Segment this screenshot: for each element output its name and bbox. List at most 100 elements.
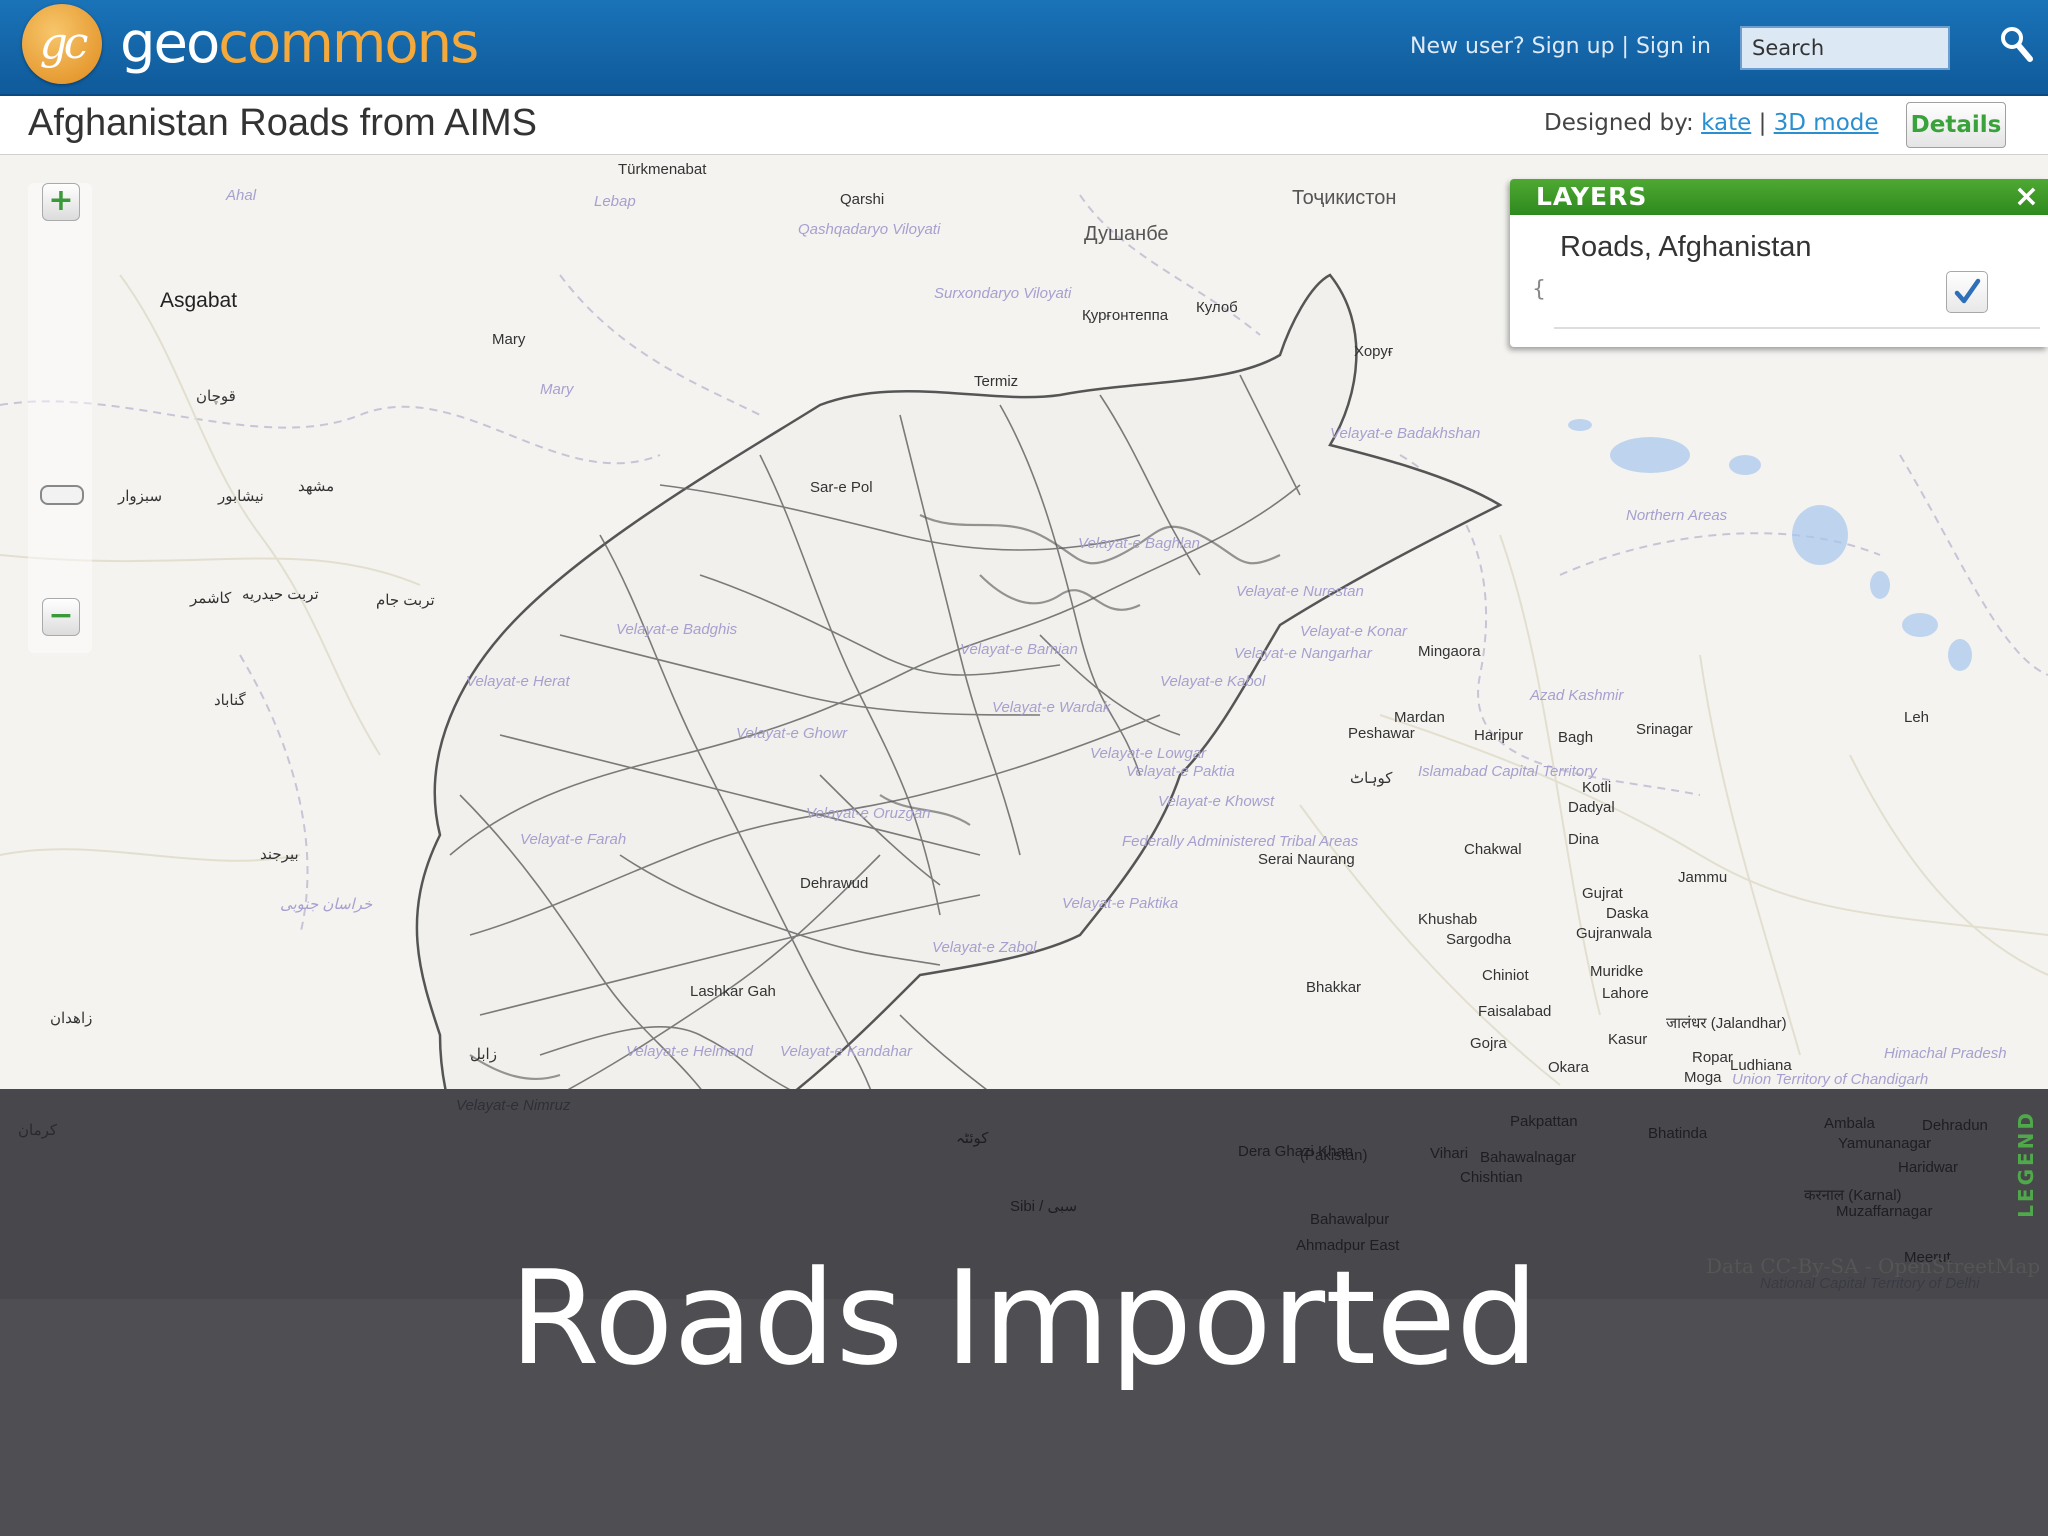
place-label: Sibi / سبی bbox=[1010, 1198, 1078, 1215]
place-label: Chakwal bbox=[1464, 841, 1522, 858]
region-label: Northern Areas bbox=[1626, 507, 1728, 524]
geocommons-logo[interactable]: geocommons bbox=[120, 8, 479, 80]
place-label: Kasur bbox=[1608, 1031, 1648, 1048]
region-label: Lebap bbox=[594, 193, 636, 210]
layer-visibility-checkbox[interactable] bbox=[1946, 271, 1988, 313]
place-label: تربت جام bbox=[376, 592, 435, 609]
place-label: Haridwar bbox=[1898, 1159, 1959, 1176]
place-label: Қурғонтеппа bbox=[1082, 307, 1169, 324]
page-title: Afghanistan Roads from AIMS bbox=[28, 102, 538, 144]
search-input[interactable] bbox=[1740, 26, 1950, 70]
region-label: Velayat-e Paktia bbox=[1126, 763, 1235, 780]
place-label: بیرجند bbox=[260, 846, 299, 863]
layers-header: LAYERS × bbox=[1510, 179, 2048, 215]
place-label: Jammu bbox=[1678, 869, 1728, 886]
place-label: زاهدان bbox=[50, 1010, 93, 1027]
region-label: Federally Administered Tribal Areas bbox=[1122, 833, 1359, 850]
place-label: Srinagar bbox=[1636, 721, 1693, 738]
place-label: Pakpattan bbox=[1510, 1113, 1578, 1130]
auth-links: New user? Sign up | Sign in bbox=[1410, 34, 1711, 59]
place-label: Muzaffarnagar bbox=[1836, 1203, 1933, 1220]
place-label: Khushab bbox=[1418, 911, 1478, 928]
place-label: Dehrawud bbox=[800, 875, 869, 892]
region-label: Velayat-e Badghis bbox=[616, 621, 738, 638]
place-label: Bahawalnagar bbox=[1480, 1149, 1576, 1166]
zoom-slider-handle[interactable] bbox=[40, 485, 84, 505]
region-label: Velayat-e Baghlan bbox=[1078, 535, 1201, 552]
map-view[interactable]: Türkmenabat Ahal Lebap Qarshi Qashqadary… bbox=[0, 155, 2048, 1089]
region-label: Velayat-e Kabol bbox=[1160, 673, 1266, 690]
region-label: Velayat-e Wardak bbox=[992, 699, 1111, 716]
place-label: نیشابور bbox=[218, 488, 264, 505]
logo-commons-text: commons bbox=[218, 11, 479, 76]
water-bodies bbox=[1370, 419, 1972, 671]
place-label: Gujranwala bbox=[1576, 925, 1652, 942]
place-label: Sargodha bbox=[1446, 931, 1512, 948]
place-label: Serai Naurang bbox=[1258, 851, 1355, 868]
region-label: Velayat-e Badakhshan bbox=[1330, 425, 1481, 442]
place-label: Peshawar bbox=[1348, 725, 1415, 742]
legend-tab[interactable]: LEGEND bbox=[2014, 1110, 2038, 1218]
place-label: Bhatinda bbox=[1648, 1125, 1708, 1142]
layer-name: Roads, Afghanistan bbox=[1560, 231, 1812, 263]
zoom-out-button[interactable]: − bbox=[42, 598, 80, 636]
place-label: Moga bbox=[1684, 1069, 1722, 1086]
place-label: Dadyal bbox=[1568, 799, 1615, 816]
logo-geo-text: geo bbox=[120, 11, 220, 76]
place-label: تربت حیدریه bbox=[242, 586, 319, 603]
place-label: Dera Ghazi Khan bbox=[1238, 1143, 1354, 1160]
region-label: Mary bbox=[540, 381, 574, 398]
region-label: Velayat-e Kandahar bbox=[780, 1043, 913, 1060]
zoom-slider-rail[interactable] bbox=[28, 183, 92, 653]
geocommons-logo-mark[interactable]: gc bbox=[22, 4, 102, 84]
sign-in-link[interactable]: Sign in bbox=[1636, 34, 1711, 59]
place-label: Sar-e Pol bbox=[810, 479, 873, 496]
place-label: Mary bbox=[492, 331, 526, 348]
auth-separator: | bbox=[1621, 34, 1629, 59]
designer-link[interactable]: kate bbox=[1701, 110, 1751, 136]
place-label: Yamunanagar bbox=[1838, 1135, 1932, 1152]
zoom-in-button[interactable]: + bbox=[42, 183, 80, 221]
region-label: Velayat-e Konar bbox=[1300, 623, 1408, 640]
3d-mode-link[interactable]: 3D mode bbox=[1774, 110, 1879, 136]
region-label: Velayat-e Oruzgan bbox=[806, 805, 931, 822]
region-label: Velayat-e Nimruz bbox=[456, 1097, 571, 1114]
place-label: Bagh bbox=[1558, 729, 1594, 746]
slide-caption: Roads Imported bbox=[509, 1242, 1539, 1394]
afghanistan-outline bbox=[415, 273, 1503, 1089]
layers-panel: LAYERS × { Roads, Afghanistan bbox=[1510, 179, 2048, 347]
place-label: Vihari bbox=[1430, 1145, 1469, 1162]
region-label: Velayat-e Herat bbox=[466, 673, 570, 690]
place-label: Ropar bbox=[1692, 1049, 1733, 1066]
new-user-label: New user? bbox=[1410, 34, 1525, 59]
place-label: Dehradun bbox=[1922, 1117, 1988, 1134]
sign-up-link[interactable]: Sign up bbox=[1532, 34, 1615, 59]
place-label: کرمان bbox=[18, 1122, 58, 1139]
layer-drag-handle[interactable]: { bbox=[1532, 277, 1546, 302]
details-button[interactable]: Details bbox=[1906, 102, 2006, 148]
place-label: مشهد bbox=[298, 478, 335, 495]
place-label: करनाल (Karnal) bbox=[1804, 1187, 1902, 1204]
place-label: Mardan bbox=[1394, 709, 1445, 726]
top-header: gc geocommons New user? Sign up | Sign i… bbox=[0, 0, 2048, 96]
place-label: Dina bbox=[1568, 831, 1599, 848]
search-icon[interactable] bbox=[1998, 24, 2034, 64]
place-label: Ambala bbox=[1824, 1115, 1875, 1132]
region-label: Velayat-e Nangarhar bbox=[1234, 645, 1372, 662]
region-label: Surxondaryo Viloyati bbox=[934, 285, 1072, 302]
region-label: Azad Kashmir bbox=[1530, 687, 1624, 704]
place-label: Faisalabad bbox=[1478, 1003, 1552, 1020]
region-label: Ahal bbox=[226, 187, 257, 204]
place-label: Кулоб bbox=[1196, 299, 1238, 316]
close-icon[interactable]: × bbox=[2014, 179, 2040, 215]
region-label: Velayat-e Zabol bbox=[932, 939, 1037, 956]
region-label: Velayat-e Helmand bbox=[626, 1043, 754, 1060]
place-label: کوہاٹ bbox=[1350, 770, 1393, 787]
designed-by: Designed by: kate | 3D mode bbox=[1544, 110, 1879, 136]
place-label: Mingaora bbox=[1418, 643, 1481, 660]
place-label: قوچان bbox=[196, 388, 236, 405]
region-label: Union Territory of Chandigarh bbox=[1732, 1071, 1929, 1088]
place-label: کاشمر bbox=[190, 590, 232, 607]
place-label: Termiz bbox=[974, 373, 1019, 390]
place-label: کوئٹہ bbox=[956, 1130, 989, 1147]
